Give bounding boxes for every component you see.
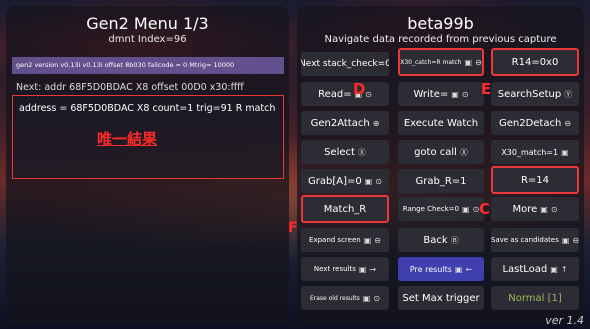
select-button[interactable]: Select Ⓧ bbox=[301, 140, 389, 164]
arrow-up-icon: ↑ bbox=[560, 264, 568, 274]
set-max-trigger-button[interactable]: Set Max trigger bbox=[398, 286, 484, 310]
gen2detach-button[interactable]: Gen2Detach ⊖ bbox=[491, 111, 579, 135]
gen2attach-button[interactable]: Gen2Attach ⊕ bbox=[301, 111, 389, 135]
x30-match-label: X30_match=1 bbox=[501, 147, 559, 157]
range-check-label: Range Check=0 bbox=[402, 205, 459, 213]
set-max-trigger-label: Set Max trigger bbox=[402, 292, 480, 304]
screen-icon: ▣ bbox=[454, 264, 463, 274]
screen-icon: ▣ bbox=[561, 147, 569, 157]
minus-icon: ⊖ bbox=[475, 57, 482, 67]
minus-icon: ⊖ bbox=[564, 118, 572, 128]
dmnt-index: dmnt Index=96 bbox=[108, 34, 187, 45]
select-label: Select bbox=[324, 146, 355, 158]
match-r-button[interactable]: Match_R bbox=[301, 195, 389, 223]
x30-catch-button[interactable]: X30_catch=R match ▣ ⊖ bbox=[398, 48, 484, 76]
x30-match-button[interactable]: X30_match=1 ▣ bbox=[491, 140, 579, 164]
gen2detach-label: Gen2Detach bbox=[498, 117, 562, 129]
b-button-icon: Ⓑ bbox=[450, 235, 459, 245]
pre-results-button[interactable]: Pre results ▣ ← bbox=[398, 257, 484, 281]
screen-icon: ▣ bbox=[364, 176, 373, 186]
screen-icon: ▣ bbox=[451, 89, 459, 99]
next-results-button[interactable]: Next results ▣ → bbox=[301, 257, 389, 281]
lastload-button[interactable]: LastLoad ▣ ↑ bbox=[491, 257, 579, 281]
marker-e: E bbox=[481, 80, 492, 98]
grab-a-label: Grab[A]=0 bbox=[308, 175, 362, 187]
save-candidates-button[interactable]: Save as candidates ▣ ⊖ bbox=[491, 228, 579, 252]
gen2-menu-panel: Gen2 Menu 1/3 dmnt Index=96 gen2 version… bbox=[6, 6, 289, 324]
left-panel-title: Gen2 Menu 1/3 bbox=[86, 14, 209, 33]
read-label: Read= bbox=[318, 88, 352, 100]
circle-dot-icon: ⊙ bbox=[461, 89, 469, 99]
erase-old-results-label: Erase old results bbox=[309, 294, 360, 302]
expand-screen-button[interactable]: Expand screen ▣ ⊖ bbox=[301, 228, 389, 252]
right-panel-subtitle: Navigate data recorded from previous cap… bbox=[324, 34, 557, 45]
r14-button[interactable]: R14=0x0 bbox=[491, 48, 579, 76]
next-stack-check-label: Next stack_check=0 bbox=[301, 59, 389, 69]
screen-icon: ▣ bbox=[462, 204, 470, 214]
x30-catch-label: X30_catch=R match bbox=[400, 58, 462, 66]
expand-screen-label: Expand screen bbox=[309, 236, 361, 244]
pre-results-label: Pre results bbox=[409, 264, 452, 274]
match-r-label: Match_R bbox=[323, 203, 367, 215]
normal-mode-label: Normal [1] bbox=[508, 292, 562, 304]
marker-d: D bbox=[353, 80, 366, 98]
y-button-icon: Ⓨ bbox=[564, 89, 573, 99]
x-button-icon: Ⓧ bbox=[357, 147, 366, 157]
write-label: Write= bbox=[413, 88, 449, 100]
screen-icon: ▣ bbox=[362, 293, 371, 303]
screen-icon: ▣ bbox=[363, 235, 372, 245]
r14-value-label: R=14 bbox=[520, 174, 550, 186]
save-candidates-label: Save as candidates bbox=[491, 236, 559, 244]
grab-r-label: Grab_R=1 bbox=[415, 175, 467, 187]
normal-mode-button[interactable]: Normal [1] bbox=[491, 286, 579, 310]
goto-call-label: goto call bbox=[414, 146, 457, 158]
r14-value-button[interactable]: R=14 bbox=[491, 166, 579, 194]
version-label: ver 1.4 bbox=[545, 314, 584, 327]
execute-watch-button[interactable]: Execute Watch bbox=[398, 111, 484, 135]
only-result-annotation: 唯一結果 bbox=[97, 130, 158, 148]
screen-icon: ▣ bbox=[358, 264, 367, 274]
arrow-right-icon: → bbox=[369, 264, 377, 274]
write-button[interactable]: Write= ▣ ⊙ bbox=[398, 82, 484, 106]
back-label: Back bbox=[423, 234, 448, 246]
next-address-line: Next: addr 68F5D0BDAC X8 offset 00D0 x30… bbox=[16, 82, 244, 93]
plus-icon: ⊕ bbox=[372, 118, 380, 128]
arrow-left-icon: ← bbox=[465, 264, 473, 274]
grab-r-button[interactable]: Grab_R=1 bbox=[398, 169, 484, 193]
screen-icon: ▣ bbox=[464, 57, 473, 67]
goto-call-button[interactable]: goto call Ⓧ bbox=[398, 140, 484, 164]
beta-panel: beta99b Navigate data recorded from prev… bbox=[297, 6, 584, 324]
circle-dot-icon: ⊙ bbox=[373, 293, 381, 303]
minus-icon: ⊖ bbox=[374, 235, 381, 245]
circle-dot-icon: ⊙ bbox=[550, 204, 558, 214]
result-address-line[interactable]: address = 68F5D0BDAC X8 count=1 trig=91 … bbox=[19, 103, 275, 114]
screen-icon: ▣ bbox=[550, 264, 558, 274]
gen2-version-info: gen2 version v0.13i v0.13i offset 8b030 … bbox=[12, 57, 284, 74]
grab-a-button[interactable]: Grab[A]=0 ▣ ⊙ bbox=[301, 169, 389, 193]
lastload-label: LastLoad bbox=[502, 263, 548, 275]
back-button[interactable]: Back Ⓑ bbox=[398, 228, 484, 252]
x-button-icon: Ⓧ bbox=[459, 147, 468, 157]
next-results-label: Next results bbox=[313, 265, 356, 273]
more-button[interactable]: More ▣ ⊙ bbox=[491, 197, 579, 221]
read-button[interactable]: Read= ▣ ⊙ bbox=[301, 82, 389, 106]
r14-label: R14=0x0 bbox=[511, 56, 559, 68]
execute-watch-label: Execute Watch bbox=[403, 117, 479, 129]
erase-old-results-button[interactable]: Erase old results ▣ ⊙ bbox=[301, 286, 389, 310]
circle-dot-icon: ⊙ bbox=[375, 176, 382, 186]
next-stack-check-button[interactable]: Next stack_check=0 bbox=[301, 52, 389, 76]
marker-c: C bbox=[479, 200, 491, 218]
range-check-button[interactable]: Range Check=0 ▣ ⊙ bbox=[398, 197, 484, 221]
right-panel-title: beta99b bbox=[407, 14, 474, 33]
screen-icon: ▣ bbox=[561, 235, 570, 245]
gen2attach-label: Gen2Attach bbox=[310, 117, 370, 129]
more-label: More bbox=[512, 203, 538, 215]
marker-f: F bbox=[288, 220, 298, 236]
circle-dot-icon: ⊙ bbox=[365, 89, 372, 99]
result-box: address = 68F5D0BDAC X8 count=1 trig=91 … bbox=[12, 95, 284, 179]
search-setup-button[interactable]: SearchSetup Ⓨ bbox=[491, 82, 579, 106]
screen-icon: ▣ bbox=[540, 204, 548, 214]
search-setup-label: SearchSetup bbox=[497, 88, 562, 100]
minus-icon: ⊖ bbox=[572, 235, 579, 245]
